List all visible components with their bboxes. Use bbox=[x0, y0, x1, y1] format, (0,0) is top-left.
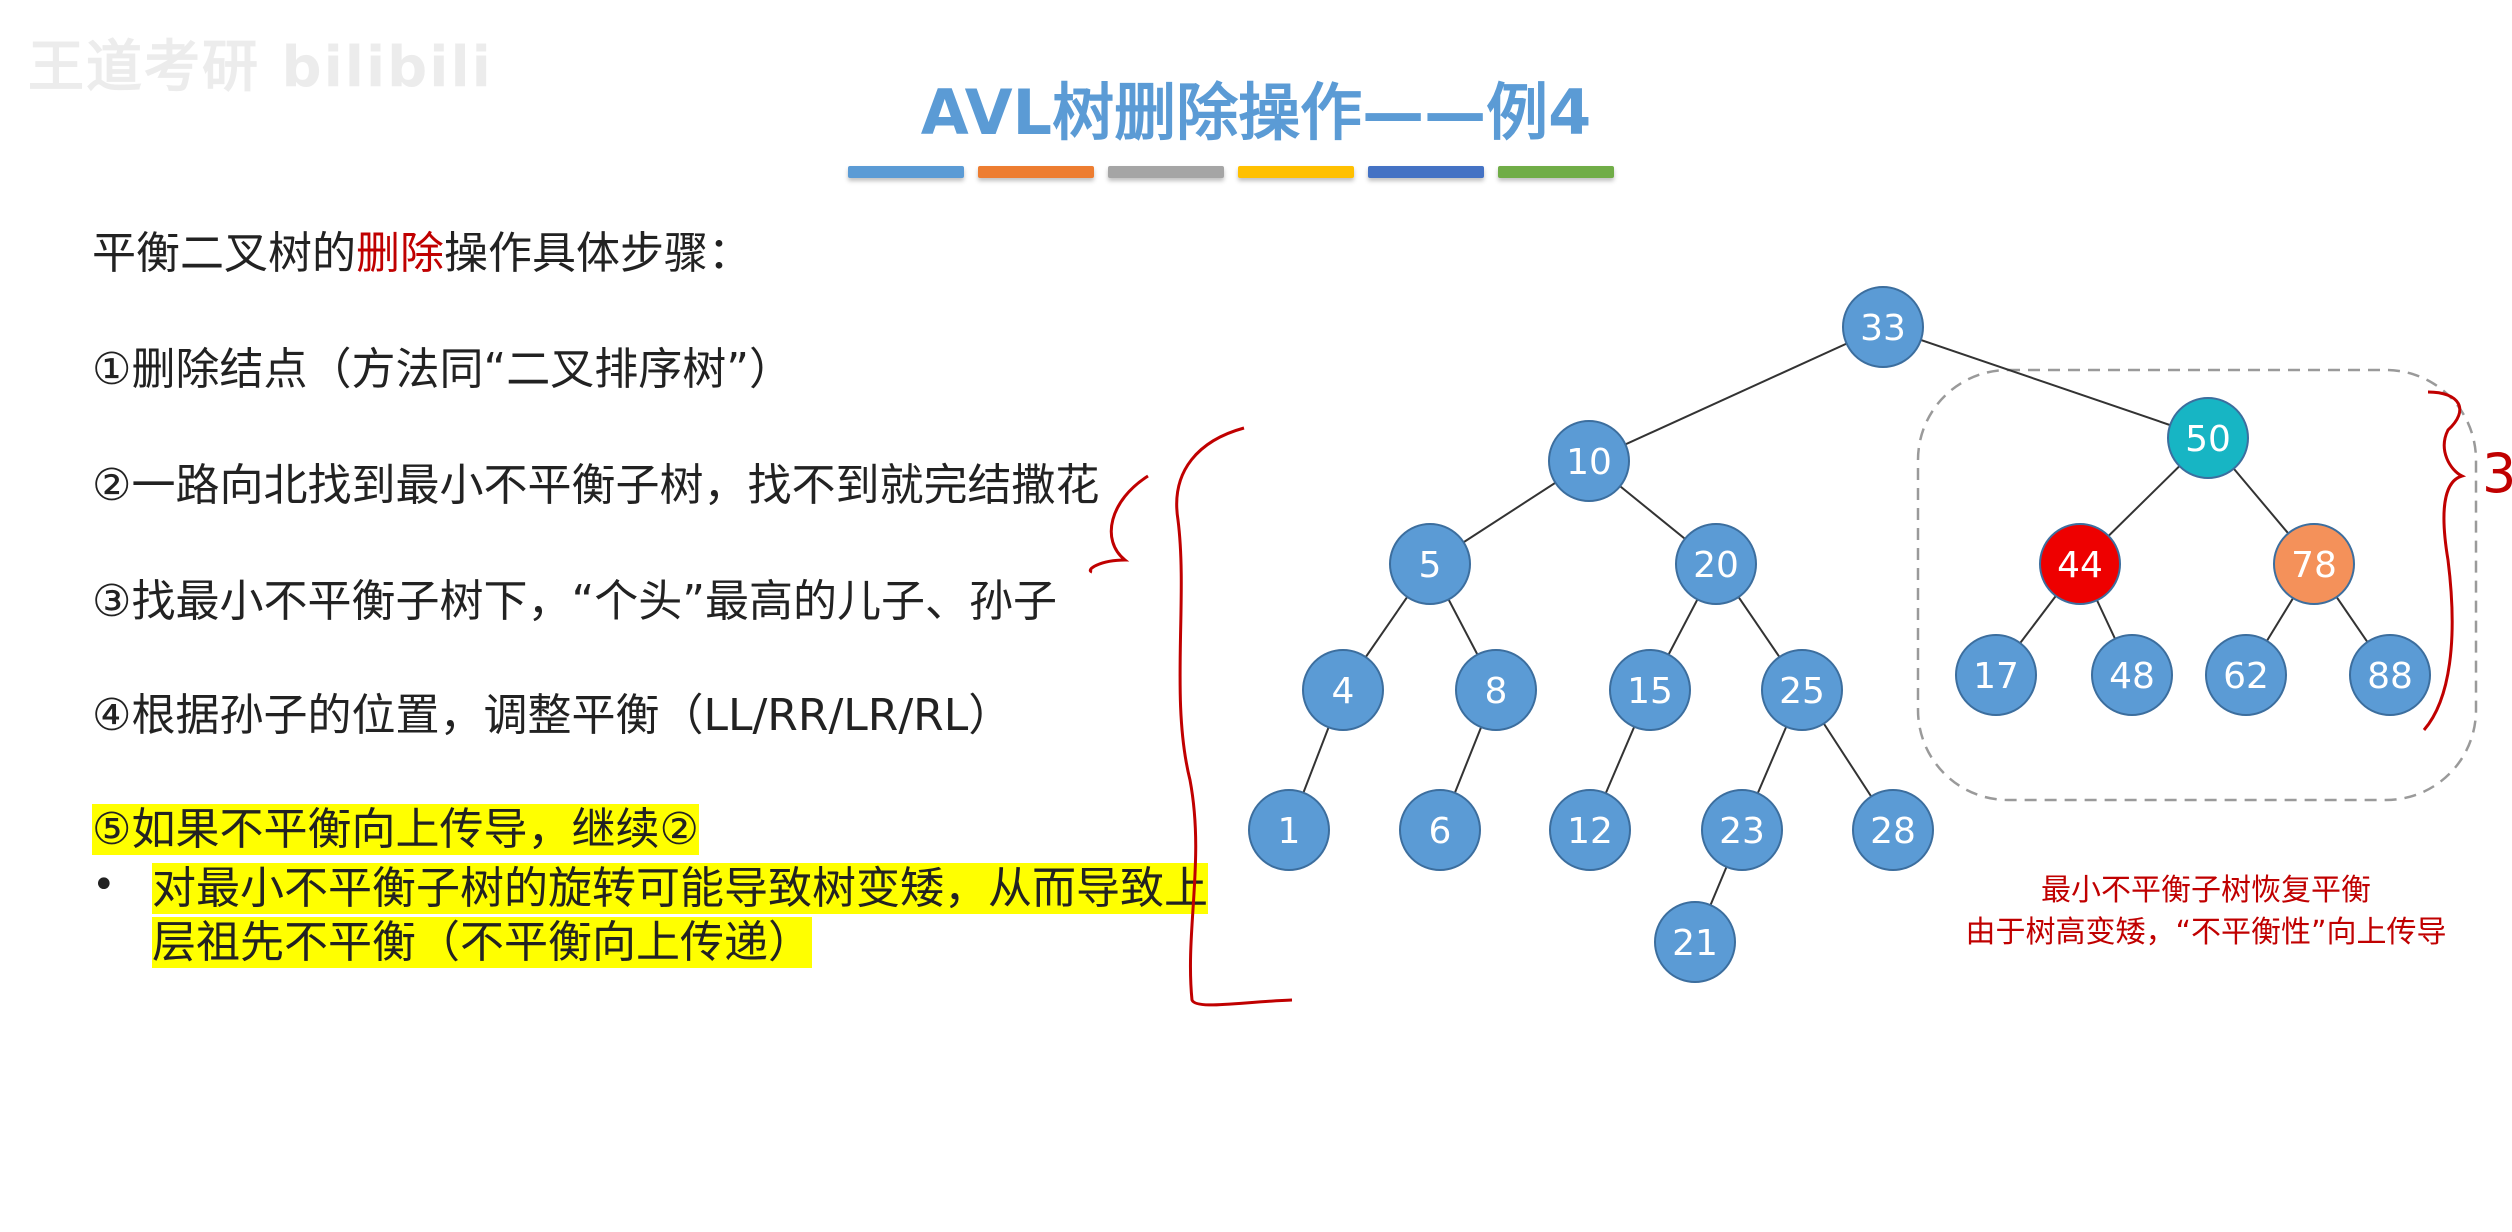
tree-node-label-28: 28 bbox=[1870, 811, 1916, 852]
tree-node-label-15: 15 bbox=[1627, 671, 1673, 712]
tree-node-label-88: 88 bbox=[2367, 656, 2413, 697]
note-line-1: 最小不平衡子树恢复平衡 bbox=[2041, 873, 2371, 908]
note-line-2: 由于树高变矮，“不平衡性”向上传导 bbox=[1965, 915, 2447, 950]
tree-edge-33-50 bbox=[1882, 326, 2209, 439]
tree-node-label-23: 23 bbox=[1719, 811, 1765, 852]
tree-node-label-17: 17 bbox=[1973, 656, 2019, 697]
left-brace-mark bbox=[1175, 426, 1293, 1007]
tree-node-label-5: 5 bbox=[1419, 545, 1442, 586]
tree-edge-33-10 bbox=[1588, 326, 1884, 462]
tree-node-label-44: 44 bbox=[2057, 545, 2103, 586]
tree-node-label-4: 4 bbox=[1332, 671, 1355, 712]
tree-node-label-10: 10 bbox=[1566, 442, 1612, 483]
tree-node-label-21: 21 bbox=[1672, 923, 1718, 964]
tree-node-label-1: 1 bbox=[1278, 811, 1301, 852]
tree-node-label-50: 50 bbox=[2185, 419, 2231, 460]
avl-tree-diagram: 3 3310505 20 44 784 8 15 25 17 48 62 881 6 12 23 2821 bbox=[1088, 286, 2512, 1007]
tree-node-label-62: 62 bbox=[2223, 656, 2269, 697]
tree-node-label-6: 6 bbox=[1429, 811, 1452, 852]
left-five-mark bbox=[1088, 474, 1149, 574]
tree-node-label-33: 33 bbox=[1860, 308, 1906, 349]
tree-node-label-20: 20 bbox=[1693, 545, 1739, 586]
right-annotation-number: 3 bbox=[2482, 442, 2512, 505]
tree-node-label-12: 12 bbox=[1567, 811, 1613, 852]
tree-node-label-78: 78 bbox=[2291, 545, 2337, 586]
tree-node-label-8: 8 bbox=[1485, 671, 1508, 712]
tree-node-label-48: 48 bbox=[2109, 656, 2155, 697]
tree-node-label-25: 25 bbox=[1779, 671, 1825, 712]
